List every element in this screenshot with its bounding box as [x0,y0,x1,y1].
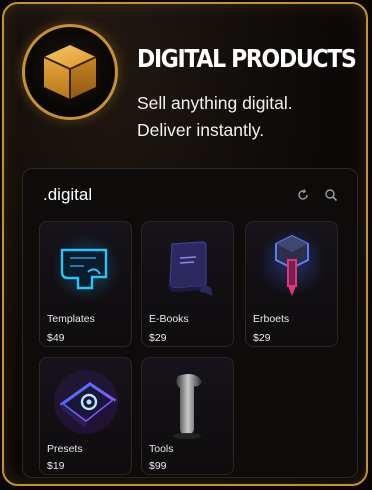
tool-icon [173,374,202,439]
product-name: Tools [149,443,174,455]
book-icon [168,241,213,296]
store-title: .digital [43,185,93,204]
product-name: Presets [47,443,83,455]
search-icon[interactable] [324,188,338,202]
hex-pin-icon [258,228,326,296]
product-card-ebooks[interactable]: E-Books $29 [141,221,234,347]
tagline-line-1: Sell anything digital. [137,93,293,113]
product-card-templates[interactable]: Templates $49 [39,221,132,347]
product-card-presets[interactable]: Presets $19 [39,357,132,475]
product-price: $49 [47,332,65,344]
product-name: E-Books [149,313,189,325]
product-card-tools[interactable]: Tools $99 [141,357,234,475]
product-price: $99 [149,460,167,472]
tagline-line-2: Deliver instantly. [137,120,265,140]
refresh-icon[interactable] [296,188,310,202]
preset-icon [54,370,118,434]
product-card-frame: DIGITAL PRODUCTS Sell anything digital. … [2,2,368,486]
product-name: Templates [47,313,95,325]
product-price: $29 [149,332,167,344]
template-icon [52,234,120,302]
product-price: $19 [47,460,65,472]
product-price: $29 [253,332,271,344]
page-title: DIGITAL PRODUCTS [137,44,357,73]
store-panel: .digital Templates $49 E-Books $29 Erboe… [22,168,358,478]
product-card-erboets[interactable]: Erboets $29 [245,221,338,347]
product-name: Erboets [253,313,290,325]
box-icon [43,45,97,99]
logo-badge [22,24,118,120]
